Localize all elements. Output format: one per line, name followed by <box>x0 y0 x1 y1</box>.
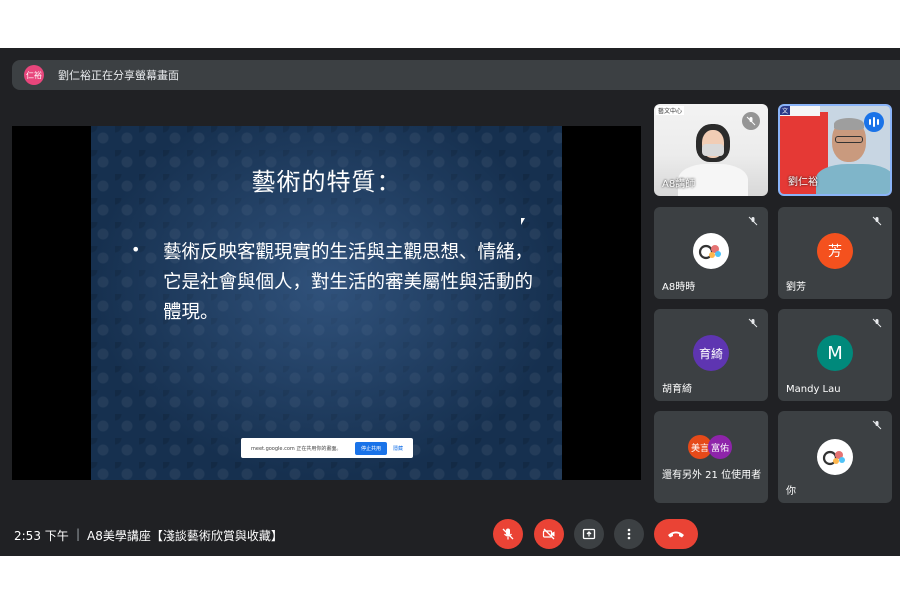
org-label: 文 <box>780 106 791 115</box>
mic-off-icon <box>748 318 758 331</box>
participant-name: 還有另外 21 位使用者 <box>662 470 762 481</box>
camera-off-icon <box>542 528 555 540</box>
participant-tile-yuqi[interactable]: 育綺 胡育綺 <box>654 309 768 401</box>
share-popup-text: meet.google.com 正在共用你的畫面。 <box>251 445 342 452</box>
participant-name: 劉仁裕 <box>788 177 818 188</box>
meeting-title: A8美學講座【淺談藝術欣賞與收藏】 <box>87 529 283 543</box>
participant-name: 胡育綺 <box>662 384 692 395</box>
screen-share-banner: 仁裕 劉仁裕正在分享螢幕畫面 <box>12 60 900 90</box>
share-notification-popup: meet.google.com 正在共用你的畫面。 停止共用 隱藏 <box>241 438 413 458</box>
participant-name: A8時時 <box>662 282 696 293</box>
microphone-toggle-button[interactable] <box>493 519 523 549</box>
participant-tile-mandy[interactable]: M Mandy Lau <box>778 309 892 401</box>
stop-sharing-button[interactable]: 停止共用 <box>355 441 388 455</box>
mic-off-icon <box>502 528 514 540</box>
a8-logo-avatar <box>693 233 729 269</box>
meet-window: 仁裕 劉仁裕正在分享螢幕畫面 藝術的特質： • 藝術反映客觀現實的生活與主觀思想… <box>0 48 900 556</box>
mouse-cursor-icon <box>521 218 525 225</box>
present-icon <box>582 528 596 540</box>
presentation-stage: 藝術的特質： • 藝術反映客觀現實的生活與主觀思想、情緒，它是社會與個人，對生活… <box>12 126 641 480</box>
org-label: 藝文中心 <box>656 106 685 115</box>
mic-off-icon <box>872 318 882 331</box>
face-mask <box>702 144 724 156</box>
participant-name: A8講師 <box>662 179 696 190</box>
avatar: 育綺 <box>693 335 729 371</box>
participant-tile-fang[interactable]: 芳 劉芳 <box>778 207 892 299</box>
share-banner-text: 劉仁裕正在分享螢幕畫面 <box>58 69 179 82</box>
present-now-button[interactable] <box>574 519 604 549</box>
participant-name: 你 <box>786 486 796 497</box>
more-vert-icon <box>627 528 631 540</box>
glasses <box>835 136 863 143</box>
hang-up-icon <box>668 531 684 538</box>
participant-tile-a8-lecturer[interactable]: 藝文中心 A8講師 <box>654 104 768 196</box>
person-body <box>816 164 890 194</box>
participant-tile-self[interactable]: 你 <box>778 411 892 503</box>
toolbar-separator: | <box>76 527 81 541</box>
hide-popup-button[interactable]: 隱藏 <box>393 445 403 452</box>
camera-toggle-button[interactable] <box>534 519 564 549</box>
participant-tile-others[interactable]: 美言 富佑 還有另外 21 位使用者 <box>654 411 768 503</box>
mic-off-icon <box>872 216 882 229</box>
slide-bullet: • <box>131 240 141 259</box>
mic-off-icon <box>748 216 758 229</box>
bottom-toolbar: 2:53 下午 | A8美學講座【淺談藝術欣賞與收藏】 <box>0 516 900 556</box>
mic-off-icon <box>872 420 882 433</box>
participant-tile-presenter[interactable]: 文 劉仁裕 <box>778 104 892 196</box>
leave-call-button[interactable] <box>654 519 698 549</box>
participant-name: 劉芳 <box>786 282 806 293</box>
participant-tile-a8[interactable]: A8時時 <box>654 207 768 299</box>
shared-slide: 藝術的特質： • 藝術反映客觀現實的生活與主觀思想、情緒，它是社會與個人，對生活… <box>91 126 562 480</box>
avatar: 富佑 <box>708 435 732 459</box>
avatar: M <box>817 335 853 371</box>
avatar: 芳 <box>817 233 853 269</box>
person-hair <box>834 118 864 130</box>
slide-body: 藝術反映客觀現實的生活與主觀思想、情緒，它是社會與個人，對生活的審美屬性與活動的… <box>163 242 534 323</box>
mic-off-icon <box>742 112 760 130</box>
slide-title: 藝術的特質： <box>251 168 402 196</box>
meeting-time: 2:53 下午 <box>14 529 69 543</box>
presenter-avatar: 仁裕 <box>24 65 44 85</box>
participant-name: Mandy Lau <box>786 384 841 395</box>
more-options-button[interactable] <box>614 519 644 549</box>
a8-logo-avatar <box>817 439 853 475</box>
speaking-indicator-icon <box>864 112 884 132</box>
